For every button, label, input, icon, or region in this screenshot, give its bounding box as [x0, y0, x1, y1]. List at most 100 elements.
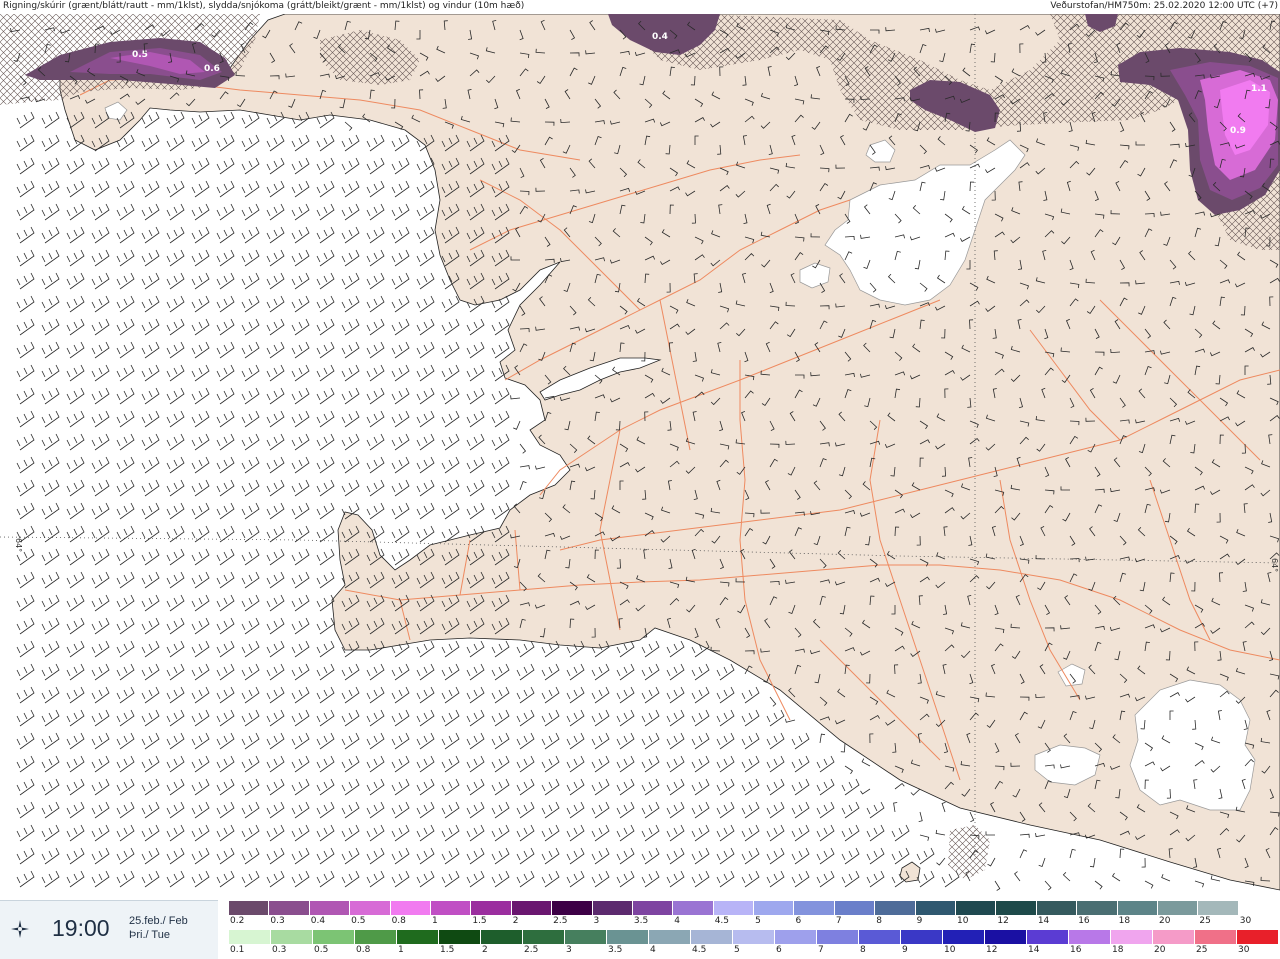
legend-rain-label: 2.5	[524, 945, 539, 955]
weather-map[interactable]: 0.5 0.6 0.4 1.1 0.9 64° 64°	[0, 14, 1280, 900]
legend-snow-swatch	[754, 901, 795, 915]
legend-rain-label: 0.3	[272, 945, 287, 955]
legend-rain-swatch	[271, 930, 313, 944]
legend-snow-label: 2.5	[553, 916, 568, 926]
legend-snow-swatch	[269, 901, 310, 915]
legend-rain-swatch	[397, 930, 439, 944]
legend-snow-swatch	[309, 901, 351, 915]
model-run-info: Veðurstofan/HM750m: 25.02.2020 12:00 UTC…	[1050, 1, 1278, 11]
legend-rain-label: 4.5	[692, 945, 707, 955]
legend-snow-label: 7	[835, 916, 842, 926]
legend-rain-swatch	[229, 930, 271, 944]
valid-date: 25.feb./ Feb	[129, 915, 188, 927]
precip-label-2: 0.6	[204, 64, 220, 74]
legend-snow-swatch	[390, 901, 431, 915]
legend-rain-swatch	[565, 930, 607, 944]
snow-legend-colorbar	[229, 901, 1280, 915]
lat-label-left: 64°	[14, 538, 23, 552]
legend-rain-label: 14	[1028, 945, 1040, 955]
legend-rain-swatch	[943, 930, 985, 944]
legend-rain-label: 3	[566, 945, 572, 955]
legend-snow-label: 18	[1118, 916, 1131, 926]
legend-snow-swatch	[511, 901, 553, 915]
legend-panel: 19:00 25.feb./ Feb Þri./ Tue 0.2 0.3 0.4 0.…	[0, 900, 1280, 959]
legend-rain-label: 8	[860, 945, 866, 955]
legend-rain-swatch	[439, 930, 481, 944]
legend-rain-swatch	[313, 930, 355, 944]
legend-rain-swatch	[691, 930, 733, 944]
snow-legend-labels: 0.2 0.3 0.4 0.5 0.8 1 1.5 2 2.5 3 3.5 4 4.5 5 6 7 8 9 10 12…	[229, 916, 1279, 928]
legend-rain-label: 0.8	[356, 945, 371, 955]
legend-snow-swatch	[834, 901, 876, 915]
legend-snow-swatch	[430, 901, 472, 915]
legend-rain-swatch	[733, 930, 775, 944]
legend-snow-swatch	[1198, 901, 1239, 915]
legend-snow-swatch	[592, 901, 633, 915]
legend-rain-label: 2	[482, 945, 488, 955]
legend-snow-label: 0.3	[270, 916, 285, 926]
rain-legend-colorbar	[229, 930, 1279, 944]
legend-snow-swatch	[915, 901, 957, 915]
legend-snow-label: 3	[593, 916, 600, 926]
legend-snow-label: 14	[1037, 916, 1050, 926]
valid-time: 19:00	[52, 915, 110, 941]
legend-rain-swatch	[523, 930, 565, 944]
legend-snow-swatch	[1238, 901, 1280, 915]
legend-rain-label: 1.5	[440, 945, 455, 955]
legend-snow-label: 6	[795, 916, 802, 926]
legend-rain-label: 12	[986, 945, 998, 955]
map-header: Rigning/skúrir (grænt/blátt/rautt - mm/1…	[0, 0, 1280, 14]
legend-snow-swatch	[996, 901, 1037, 915]
legend-rain-label: 18	[1112, 945, 1124, 955]
legend-rain-swatch	[817, 930, 859, 944]
legend-snow-label: 5	[755, 916, 761, 926]
legend-snow-swatch	[713, 901, 755, 915]
legend-snow-label: 0.4	[310, 916, 326, 926]
time-panel: 19:00 25.feb./ Feb Þri./ Tue	[0, 900, 218, 959]
legend-rain-swatch	[1111, 930, 1153, 944]
legend-rain-swatch	[985, 930, 1027, 944]
legend-snow-swatch	[1117, 901, 1158, 915]
legend-rain-swatch	[859, 930, 901, 944]
legend-snow-label: 0.2	[230, 916, 245, 926]
legend-rain-label: 3.5	[608, 945, 623, 955]
legend-snow-label: 0.5	[351, 916, 366, 926]
legend-rain-label: 5	[734, 945, 740, 955]
legend-rain-swatch	[481, 930, 523, 944]
legend-snow-swatch	[1077, 901, 1118, 915]
legend-snow-label: 16	[1078, 916, 1090, 926]
legend-rain-swatch	[1069, 930, 1111, 944]
valid-weekday: Þri./ Tue	[129, 929, 170, 941]
legend-snow-label: 0.8	[391, 916, 406, 926]
legend-snow-swatch	[1157, 901, 1199, 915]
precip-label-1: 0.5	[132, 50, 148, 60]
map-title: Rigning/skúrir (grænt/blátt/rautt - mm/1…	[3, 1, 525, 11]
lat-label-right: 64°	[1270, 558, 1279, 572]
legend-rain-swatch	[355, 930, 397, 944]
legend-rain-swatch	[775, 930, 817, 944]
legend-snow-label: 3.5	[633, 916, 649, 926]
legend-rain-swatch	[1195, 930, 1237, 944]
legend-rain-label: 10	[944, 945, 956, 955]
legend-snow-swatch	[956, 901, 997, 915]
precip-label-3: 0.4	[652, 32, 668, 42]
legend-snow-swatch	[229, 901, 270, 915]
legend-rain-label: 7	[818, 945, 824, 955]
legend-rain-swatch	[901, 930, 943, 944]
legend-snow-label: 30	[1239, 916, 1252, 926]
legend-rain-label: 9	[902, 945, 908, 955]
legend-rain-swatch	[1153, 930, 1195, 944]
legend-rain-swatch	[1027, 930, 1069, 944]
compass-star-icon	[11, 920, 29, 938]
legend-snow-label: 8	[876, 916, 882, 926]
legend-snow-swatch	[350, 901, 391, 915]
legend-snow-label: 25	[1199, 916, 1211, 926]
legend-snow-swatch	[1036, 901, 1078, 915]
legend-snow-label: 4.5	[714, 916, 730, 926]
legend-rain-label: 1	[398, 945, 404, 955]
legend-rain-swatch	[607, 930, 649, 944]
precip-label-4: 1.1	[1251, 84, 1267, 94]
legend-snow-label: 10	[957, 916, 969, 926]
legend-rain-label: 0.1	[230, 945, 245, 955]
legend-snow-label: 20	[1158, 916, 1171, 926]
